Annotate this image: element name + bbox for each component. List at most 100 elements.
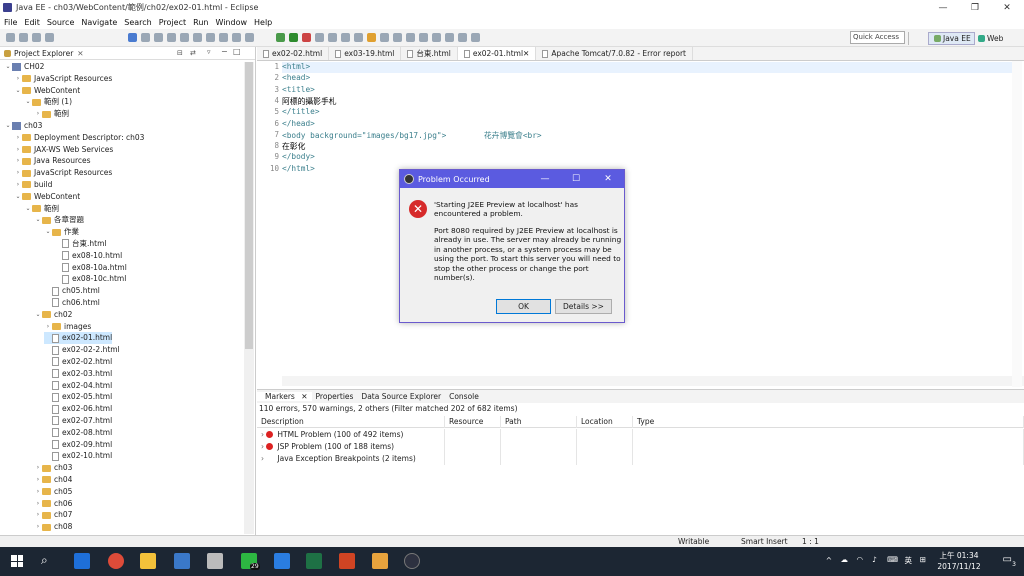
store-icon[interactable]: [174, 553, 190, 569]
tree-item[interactable]: ex02-05.html: [44, 391, 112, 403]
powerpoint-icon[interactable]: [339, 553, 355, 569]
tree-item[interactable]: ex02-06.html: [44, 403, 112, 415]
chrome-icon[interactable]: [108, 553, 124, 569]
mail-icon[interactable]: [207, 553, 223, 569]
tree-item[interactable]: › Java Resources: [14, 155, 91, 167]
previous-annotation-icon[interactable]: [432, 33, 441, 42]
step-into-icon[interactable]: [193, 33, 202, 42]
edge-icon[interactable]: [74, 553, 90, 569]
tree-item[interactable]: ch06.html: [44, 297, 100, 309]
tab-data-source-explorer[interactable]: Data Source Explorer: [357, 392, 445, 401]
skip-breakpoints-icon[interactable]: [128, 33, 137, 42]
minimize-view-icon[interactable]: −: [221, 47, 228, 56]
expand-toggle-icon[interactable]: ›: [34, 486, 42, 498]
menu-run[interactable]: Run: [193, 18, 208, 27]
collapse-all-icon[interactable]: ⊟: [177, 49, 183, 57]
new-class-icon[interactable]: [354, 33, 363, 42]
expand-toggle-icon[interactable]: ›: [14, 179, 22, 191]
run-icon[interactable]: [289, 33, 298, 42]
tree-item[interactable]: ex02-02-2.html: [44, 344, 120, 356]
save-all-icon[interactable]: [32, 33, 41, 42]
editor-tab[interactable]: ex03-19.html: [329, 47, 402, 60]
menu-search[interactable]: Search: [124, 18, 151, 27]
editor-vscrollbar[interactable]: [1012, 61, 1022, 387]
volume-icon[interactable]: ♪: [872, 555, 877, 564]
excel-icon[interactable]: [306, 553, 322, 569]
tree-item[interactable]: › ch03: [34, 462, 73, 474]
line-icon[interactable]: 29: [241, 553, 260, 570]
back-icon[interactable]: [458, 33, 467, 42]
project-explorer-scrollbar[interactable]: [244, 62, 254, 534]
column-header[interactable]: Location: [577, 416, 633, 428]
link-with-editor-icon[interactable]: ⇄: [190, 49, 196, 57]
new-java-project-icon[interactable]: [328, 33, 337, 42]
menu-navigate[interactable]: Navigate: [81, 18, 117, 27]
tab-markers[interactable]: Markers ✕: [257, 392, 312, 401]
file-explorer-icon[interactable]: [140, 553, 156, 569]
new-package-icon[interactable]: [341, 33, 350, 42]
tree-item[interactable]: ⌄ 各章習題: [34, 214, 84, 226]
expand-toggle-icon[interactable]: ⌄: [34, 309, 42, 321]
tree-item[interactable]: ex08-10.html: [54, 250, 122, 262]
tree-item[interactable]: ex08-10a.html: [54, 262, 127, 274]
step-over-icon[interactable]: [206, 33, 215, 42]
expand-toggle-icon[interactable]: ⌄: [14, 85, 22, 97]
tree-item[interactable]: › JAX-WS Web Services: [14, 144, 114, 156]
tree-item[interactable]: › 範例: [34, 108, 69, 120]
editor-tab[interactable]: ex02-01.html ✕: [457, 47, 537, 60]
table-row[interactable]: › Java Exception Breakpoints (2 items): [257, 453, 1024, 465]
perspective-web[interactable]: Web: [973, 32, 1006, 45]
expand-toggle-icon[interactable]: ›: [34, 462, 42, 474]
column-header[interactable]: Description: [257, 416, 445, 428]
messenger-icon[interactable]: [274, 553, 290, 569]
expand-toggle-icon[interactable]: ⌄: [44, 226, 52, 238]
last-edit-location-icon[interactable]: [445, 33, 454, 42]
ime-icon[interactable]: ⊞: [920, 555, 926, 564]
column-header[interactable]: Path: [501, 416, 577, 428]
expand-toggle-icon[interactable]: ›: [14, 144, 22, 156]
expand-toggle-icon[interactable]: ›: [34, 498, 42, 510]
external-tools-icon[interactable]: [302, 33, 311, 42]
step-return-icon[interactable]: [219, 33, 228, 42]
tree-item[interactable]: ex02-03.html: [44, 368, 112, 380]
tree-item[interactable]: › build: [14, 179, 53, 191]
expand-toggle-icon[interactable]: ›: [14, 167, 22, 179]
open-task-icon[interactable]: [380, 33, 389, 42]
open-type-icon[interactable]: [367, 33, 376, 42]
code-editor[interactable]: 1 <html> 2 <head> 3 <title> 4 阿標的攝影手札 5 </title> 6…: [257, 61, 1024, 387]
search-taskbar-icon[interactable]: ⌕: [41, 553, 57, 569]
expand-toggle-icon[interactable]: ⌄: [14, 191, 22, 203]
tab-console[interactable]: Console: [445, 392, 483, 401]
expand-toggle-icon[interactable]: ⌄: [34, 214, 42, 226]
view-menu-icon[interactable]: ▿: [207, 48, 211, 56]
start-icon[interactable]: [11, 555, 23, 567]
tree-item[interactable]: 台東.html: [54, 238, 106, 250]
dialog-minimize-button[interactable]: —: [530, 170, 560, 188]
menu-project[interactable]: Project: [159, 18, 186, 27]
clock-time[interactable]: 上午 01:34: [934, 550, 984, 561]
dialog-close-button[interactable]: ✕: [593, 170, 623, 188]
tree-item[interactable]: ⌄ CH02: [4, 61, 44, 73]
terminate-icon[interactable]: [167, 33, 176, 42]
tab-properties[interactable]: Properties: [312, 392, 358, 401]
toggle-mark-occurrences-icon[interactable]: [406, 33, 415, 42]
tree-item[interactable]: ⌄ WebContent: [14, 191, 80, 203]
disconnect-icon[interactable]: [180, 33, 189, 42]
tray-chevron-icon[interactable]: ^: [826, 556, 832, 565]
tree-item[interactable]: › images: [44, 321, 91, 333]
menu-source[interactable]: Source: [47, 18, 74, 27]
column-header[interactable]: Resource: [445, 416, 501, 428]
tree-item[interactable]: ⌄ 範例: [24, 203, 59, 215]
print-icon[interactable]: [45, 33, 54, 42]
resume-icon[interactable]: [141, 33, 150, 42]
close-window-button[interactable]: ✕: [991, 0, 1023, 15]
expand-toggle-icon[interactable]: ›: [34, 521, 42, 533]
tree-item[interactable]: ex02-09.html: [44, 439, 112, 451]
tree-item[interactable]: › Deployment Descriptor: ch03: [14, 132, 145, 144]
project-explorer-tab[interactable]: Project Explorer ✕ ⊟ ⇄ ▿ − □: [0, 47, 255, 60]
tree-item[interactable]: › ch04: [34, 474, 73, 486]
suspend-icon[interactable]: [154, 33, 163, 42]
expand-toggle-icon[interactable]: ›: [44, 321, 52, 333]
tree-item[interactable]: ex02-07.html: [44, 415, 112, 427]
dialog-maximize-button[interactable]: ☐: [561, 170, 591, 188]
